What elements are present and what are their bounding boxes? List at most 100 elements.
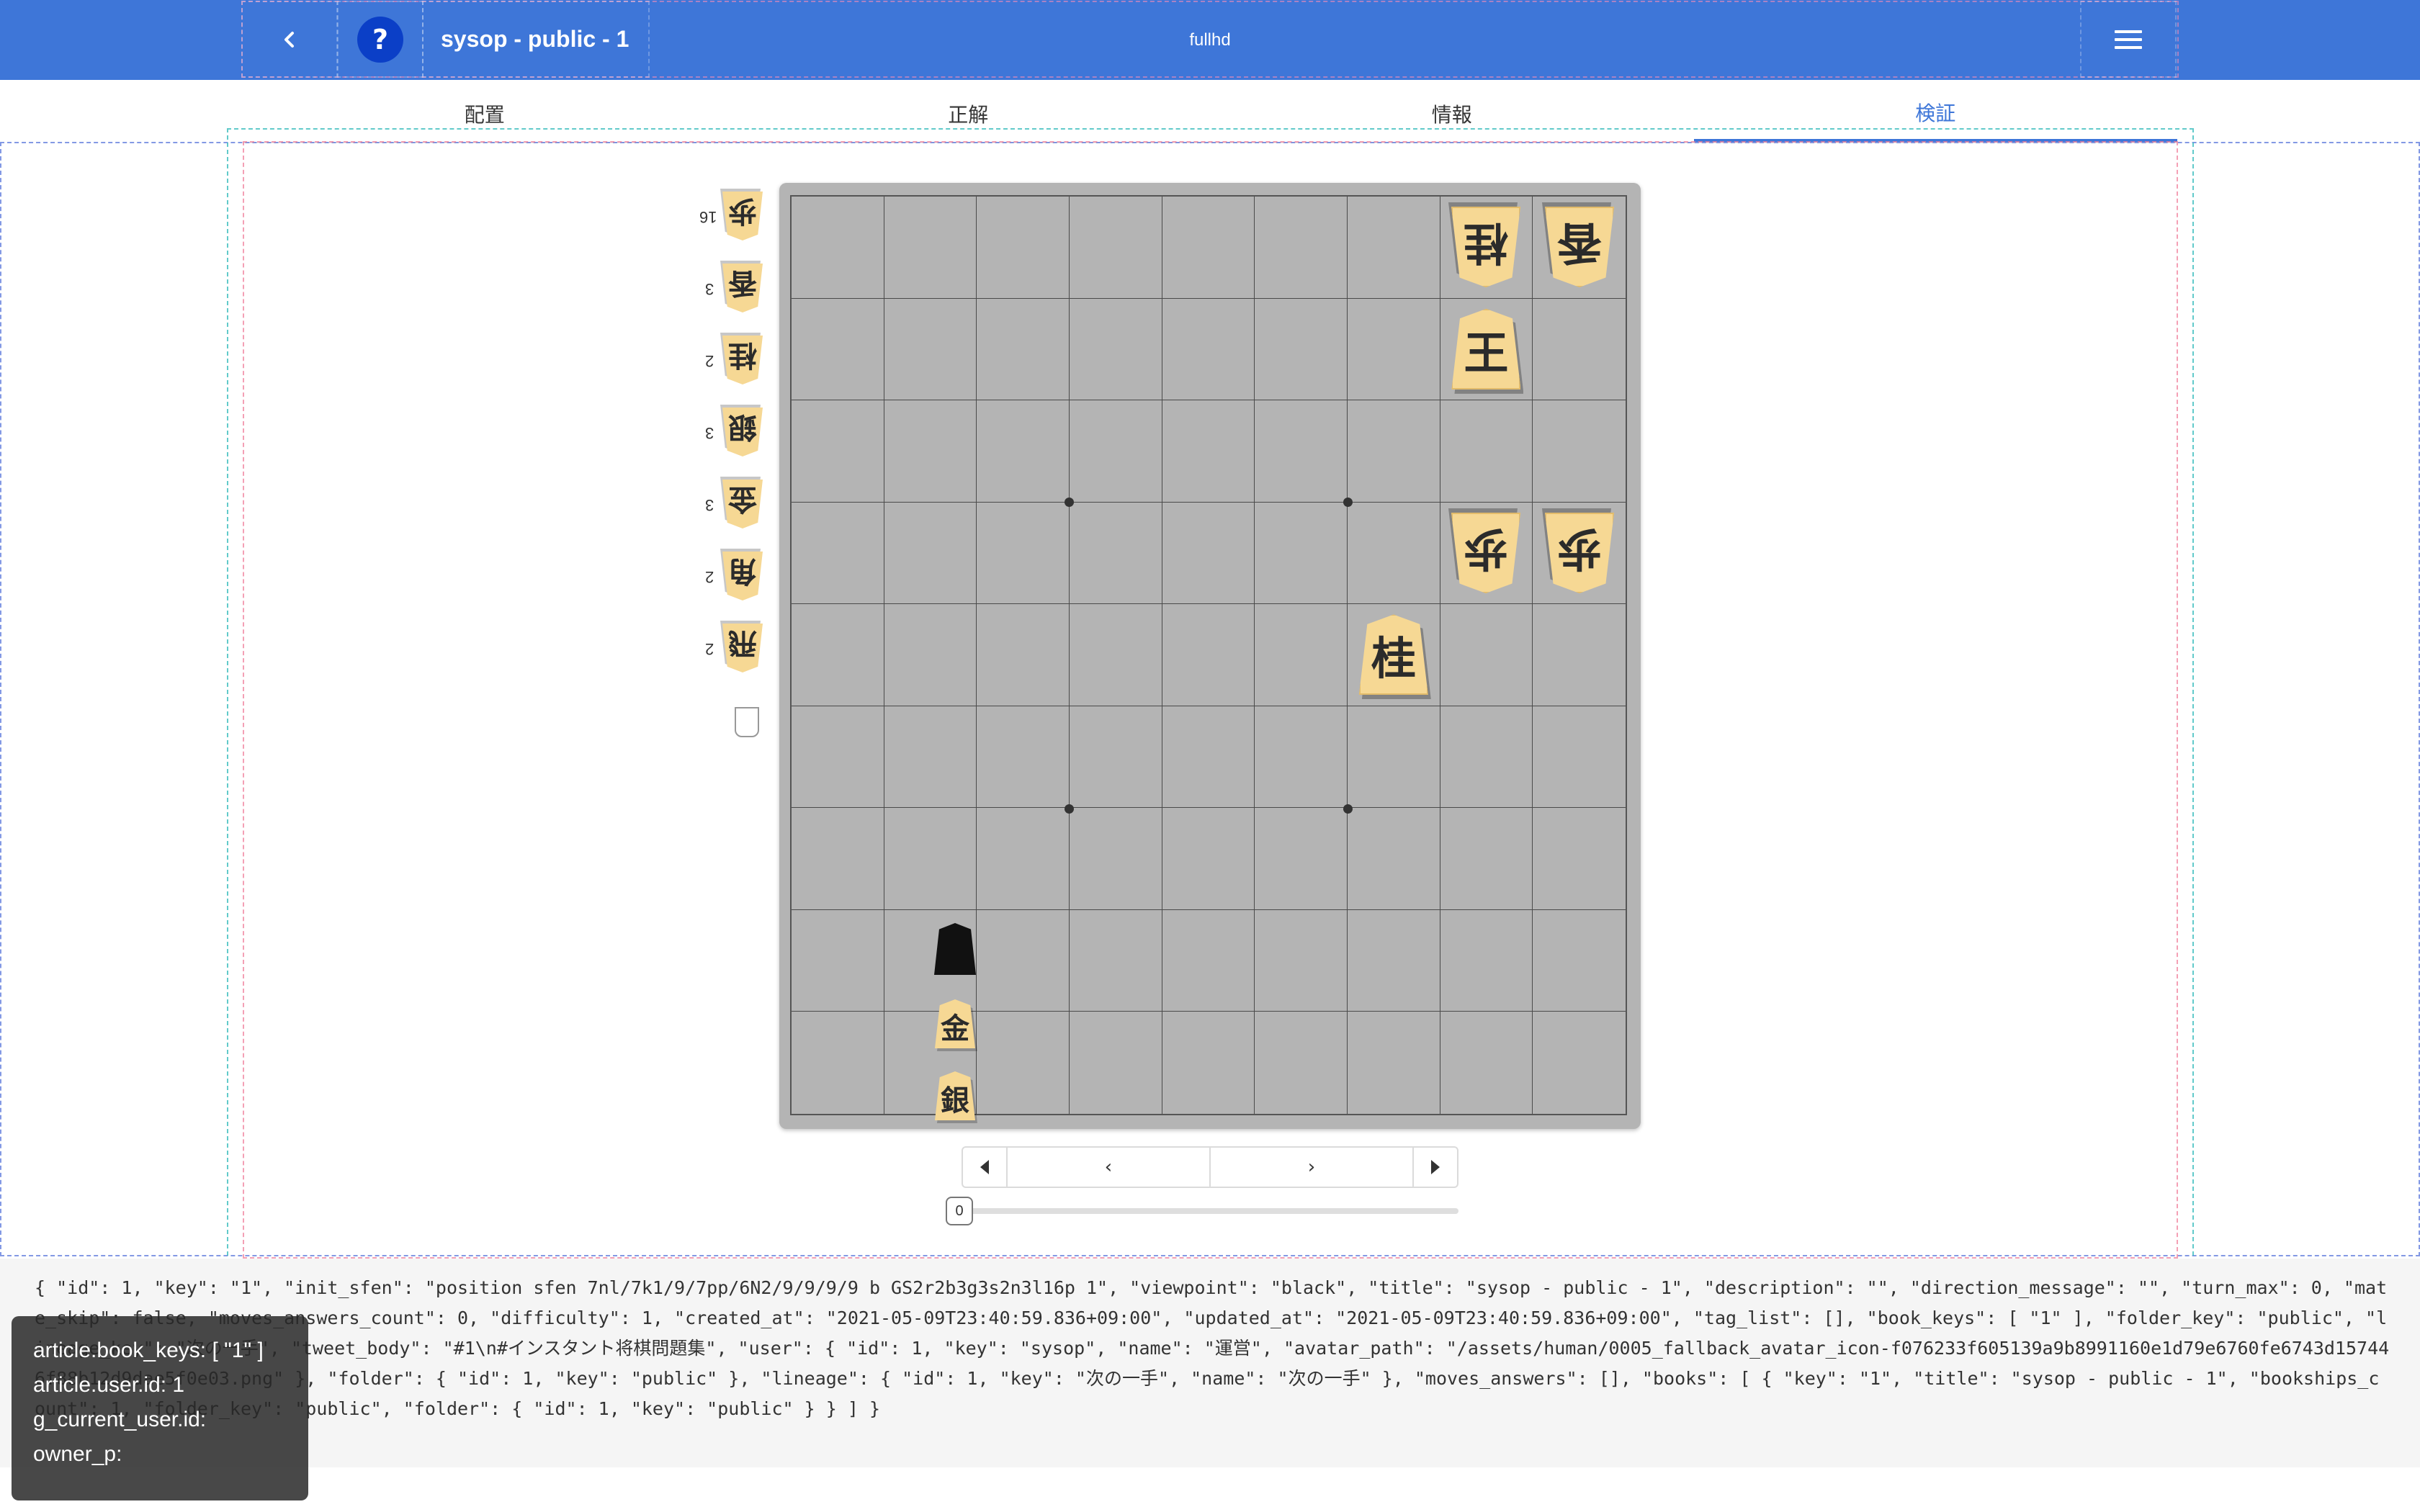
board-square[interactable]: [1162, 197, 1255, 299]
gote-hand-piece[interactable]: 歩: [722, 192, 763, 240]
board-square[interactable]: [884, 706, 977, 809]
board-square[interactable]: [1533, 808, 1626, 910]
board-square[interactable]: [977, 604, 1070, 706]
board-square[interactable]: [1162, 400, 1255, 503]
board-square[interactable]: [884, 400, 977, 503]
prev-move-button[interactable]: ‹: [1008, 1148, 1211, 1187]
board-square[interactable]: [1162, 298, 1255, 401]
next-move-button[interactable]: ›: [1211, 1148, 1414, 1187]
board-square[interactable]: [1255, 1012, 1348, 1114]
gote-hand-piece[interactable]: 香: [722, 264, 763, 312]
board-piece[interactable]: 桂: [1451, 207, 1520, 287]
board-square[interactable]: [1255, 502, 1348, 605]
board-square[interactable]: [1070, 1012, 1162, 1114]
board-square[interactable]: [1348, 298, 1440, 401]
board-square[interactable]: [977, 502, 1070, 605]
board-square[interactable]: [1070, 706, 1162, 809]
board-square[interactable]: [792, 808, 884, 910]
board-square[interactable]: [1440, 808, 1533, 910]
tab-verify[interactable]: 検証: [1693, 80, 2177, 142]
board-square[interactable]: [1255, 298, 1348, 401]
board-square[interactable]: [792, 400, 884, 503]
board-square[interactable]: [1070, 298, 1162, 401]
first-move-button[interactable]: [963, 1148, 1008, 1187]
board-piece[interactable]: 桂: [1358, 614, 1431, 700]
board-square[interactable]: [1348, 808, 1440, 910]
board-square[interactable]: [1533, 706, 1626, 809]
board-square[interactable]: [792, 502, 884, 605]
board-square[interactable]: [977, 808, 1070, 910]
help-button[interactable]: ?: [337, 1, 424, 78]
sente-hand-piece[interactable]: 金: [935, 999, 977, 1051]
board-square[interactable]: [1162, 604, 1255, 706]
board-square[interactable]: [1440, 400, 1533, 503]
board-square[interactable]: [1162, 706, 1255, 809]
board-square[interactable]: [977, 706, 1070, 809]
board-square[interactable]: [1533, 299, 1626, 401]
board-square[interactable]: [1440, 1012, 1533, 1114]
board-square[interactable]: [884, 502, 977, 605]
board-square[interactable]: 歩: [1440, 502, 1533, 605]
board-piece[interactable]: 歩: [1451, 513, 1520, 593]
tab-answer[interactable]: 正解: [727, 80, 1211, 142]
board-square[interactable]: [1070, 400, 1162, 503]
board-square[interactable]: [1162, 502, 1255, 605]
board-square[interactable]: [884, 197, 977, 299]
menu-button[interactable]: [2080, 1, 2177, 78]
board-square[interactable]: [977, 197, 1070, 299]
board-square[interactable]: 桂: [1440, 197, 1533, 299]
board-square[interactable]: [1533, 604, 1626, 706]
board-square[interactable]: [792, 197, 884, 299]
gote-hand-piece[interactable]: 飛: [722, 624, 763, 672]
board-square[interactable]: [1070, 808, 1162, 910]
board-square[interactable]: [1070, 197, 1162, 299]
board-square[interactable]: [1533, 400, 1626, 503]
board-square[interactable]: [792, 604, 884, 706]
board-square[interactable]: [884, 604, 977, 706]
board-square[interactable]: [792, 706, 884, 809]
board-square[interactable]: [1162, 909, 1255, 1012]
board-square[interactable]: [1348, 909, 1440, 1012]
board-square[interactable]: [792, 298, 884, 401]
shogi-board[interactable]: 桂香王歩歩桂: [790, 195, 1627, 1115]
board-piece[interactable]: 歩: [1545, 513, 1614, 593]
board-square[interactable]: 歩: [1533, 503, 1626, 605]
board-square[interactable]: [1162, 1012, 1255, 1114]
board-square[interactable]: [977, 909, 1070, 1012]
move-slider-track[interactable]: [962, 1208, 1458, 1214]
board-square[interactable]: [792, 1012, 884, 1114]
gote-hand-piece[interactable]: 金: [722, 480, 763, 528]
board-square[interactable]: [1070, 604, 1162, 706]
board-square[interactable]: 桂: [1348, 604, 1440, 706]
tab-placement[interactable]: 配置: [243, 80, 727, 142]
gote-hand-piece[interactable]: 桂: [722, 336, 763, 384]
board-square[interactable]: [1255, 197, 1348, 299]
board-square[interactable]: 王: [1440, 298, 1533, 401]
board-square[interactable]: 香: [1533, 197, 1626, 299]
board-square[interactable]: [1440, 909, 1533, 1012]
board-square[interactable]: [1348, 502, 1440, 605]
board-square[interactable]: [1348, 706, 1440, 809]
board-square[interactable]: [1255, 400, 1348, 503]
board-square[interactable]: [1348, 197, 1440, 299]
board-square[interactable]: [792, 909, 884, 1012]
board-square[interactable]: [1255, 604, 1348, 706]
board-square[interactable]: [1162, 808, 1255, 910]
board-square[interactable]: [1255, 808, 1348, 910]
board-square[interactable]: [977, 298, 1070, 401]
board-square[interactable]: [1533, 910, 1626, 1012]
back-button[interactable]: [241, 1, 338, 78]
board-square[interactable]: [1070, 909, 1162, 1012]
board-square[interactable]: [1348, 1012, 1440, 1114]
board-square[interactable]: [1255, 706, 1348, 809]
board-square[interactable]: [884, 808, 977, 910]
gote-hand-piece[interactable]: 銀: [722, 408, 763, 456]
board-square[interactable]: [977, 400, 1070, 503]
tab-info[interactable]: 情報: [1210, 80, 1694, 142]
board-piece[interactable]: 王: [1451, 308, 1524, 394]
board-square[interactable]: [1070, 502, 1162, 605]
board-square[interactable]: [1348, 400, 1440, 503]
board-piece[interactable]: 香: [1545, 207, 1614, 287]
board-square[interactable]: [884, 298, 977, 401]
board-square[interactable]: [1533, 1012, 1626, 1114]
